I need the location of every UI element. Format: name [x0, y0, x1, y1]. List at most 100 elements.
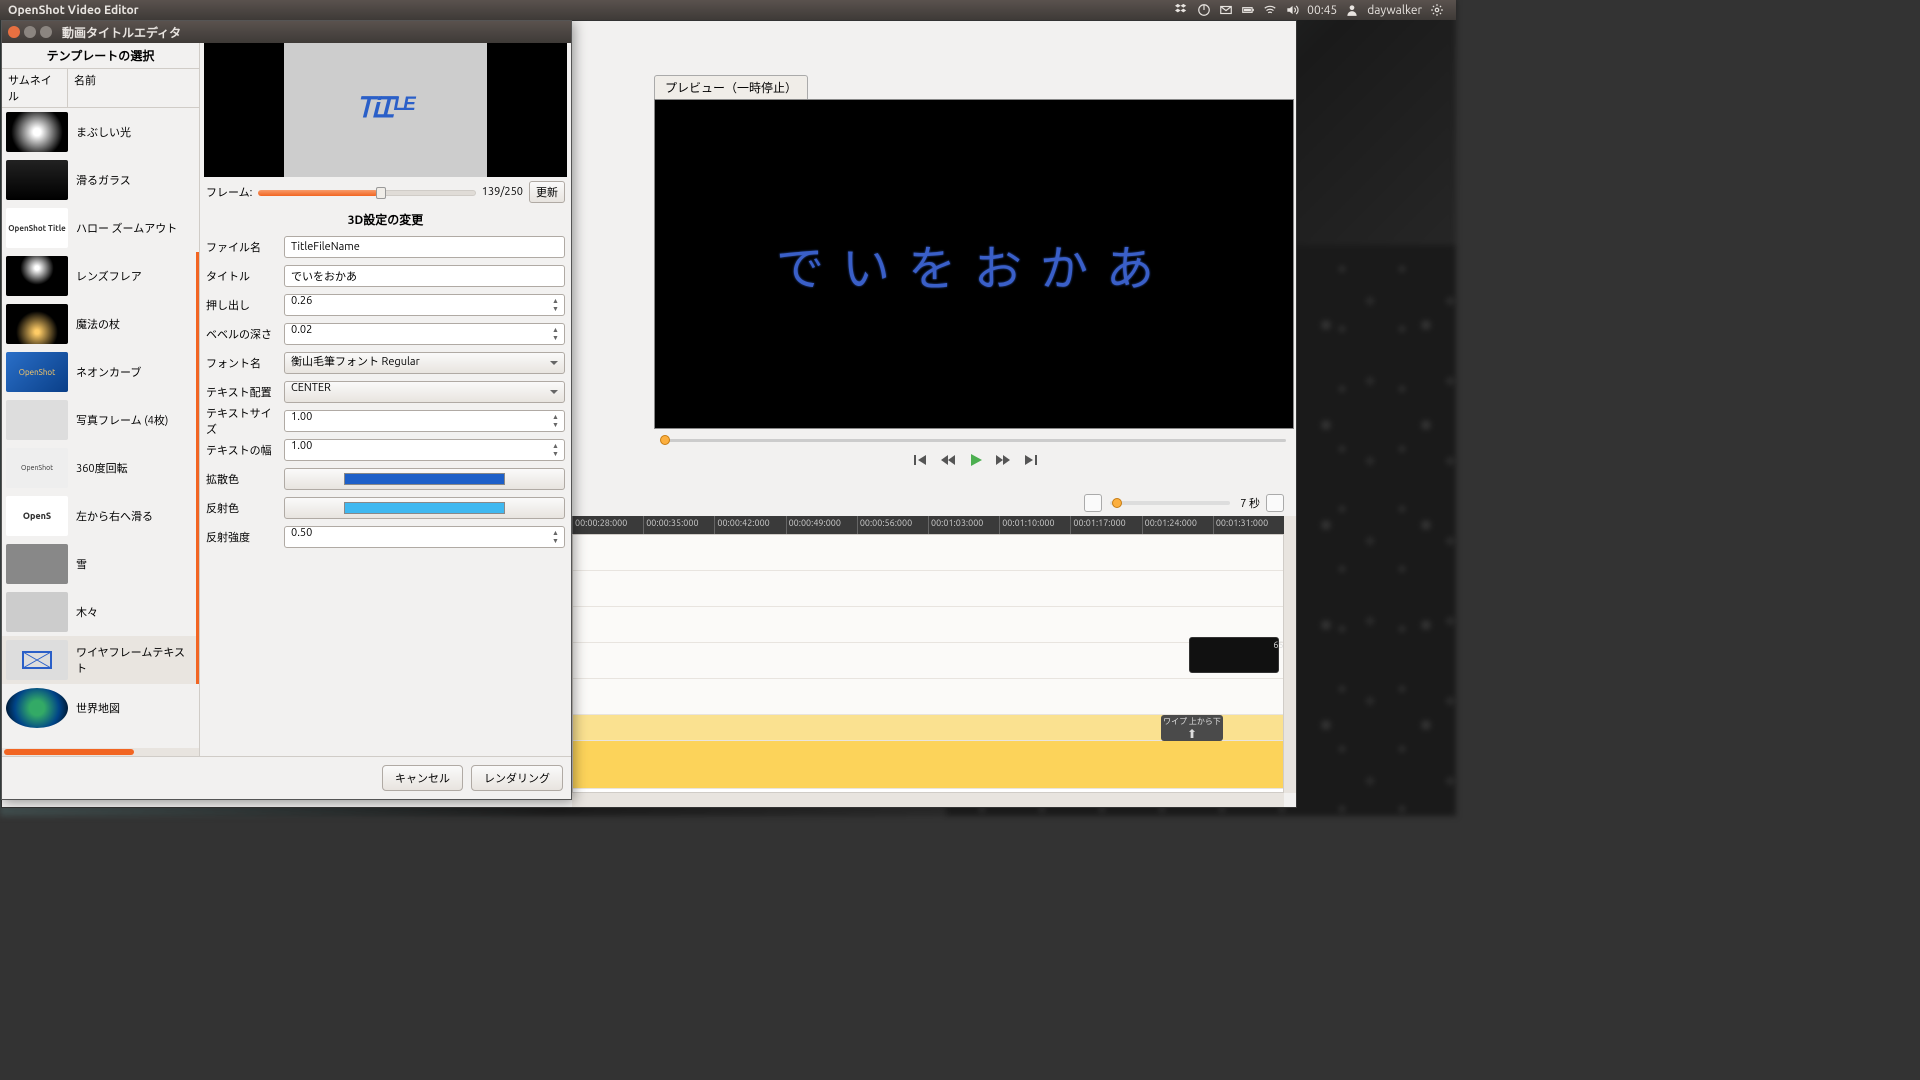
title-editor-dialog: 動画タイトルエディタ テンプレートの選択 サムネイル 名前 まぶしい光 滑るガラ… — [1, 20, 572, 800]
frame-slider[interactable] — [258, 187, 475, 197]
dialog-buttons: キャンセル レンダリング — [2, 756, 571, 799]
template-item[interactable]: 世界地図 — [2, 684, 199, 732]
system-top-panel: OpenShot Video Editor 00:45 daywalker — [0, 0, 1456, 20]
font-label: フォント名 — [206, 355, 284, 371]
wireframe-preview-text: ᎢᎥᏆᴸᴱ — [357, 92, 413, 125]
extrude-spinner[interactable]: 0.26▲▼ — [284, 294, 565, 316]
preview-controls — [654, 453, 1297, 471]
preview-video: でいをおかあ — [654, 99, 1294, 429]
timeline-ruler[interactable]: 00:00:28:000 00:00:35:000 00:00:42:000 0… — [572, 516, 1284, 534]
template-item[interactable]: まぶしい光 — [2, 108, 199, 156]
gear-icon[interactable] — [1430, 3, 1444, 17]
window-maximize-button[interactable] — [40, 26, 52, 38]
template-item[interactable]: OpenS左から右へ滑る — [2, 492, 199, 540]
ruler-tick: 00:01:24:000 — [1142, 516, 1213, 534]
ruler-tick: 00:00:49:000 — [786, 516, 857, 534]
align-label: テキスト配置 — [206, 384, 284, 400]
title-label: タイトル — [206, 268, 284, 284]
textsize-spinner[interactable]: 1.00▲▼ — [284, 410, 565, 432]
specint-spinner[interactable]: 0.50▲▼ — [284, 526, 565, 548]
frame-counter: 139/250 — [482, 186, 523, 198]
title-input[interactable] — [284, 265, 565, 287]
mail-icon[interactable] — [1219, 3, 1233, 17]
filename-input[interactable] — [284, 236, 565, 258]
settings-header: 3D設定の変更 — [200, 207, 571, 232]
play-button[interactable] — [967, 453, 985, 467]
template-item[interactable]: レンズフレア — [2, 252, 199, 300]
volume-icon[interactable] — [1285, 3, 1299, 17]
template-list[interactable]: まぶしい光 滑るガラス OpenShot Titleハロー ズームアウト レンズ… — [2, 108, 199, 748]
arrow-up-icon: ⬆ — [1187, 727, 1197, 741]
transition-label: ワイプ 上から下 — [1163, 716, 1221, 727]
specular-color-button[interactable] — [284, 497, 565, 519]
textsize-label: テキストサイズ — [206, 405, 284, 437]
dialog-titlebar[interactable]: 動画タイトルエディタ — [2, 21, 571, 43]
template-item[interactable]: OpenShot Titleハロー ズームアウト — [2, 204, 199, 252]
template-item[interactable]: 滑るガラス — [2, 156, 199, 204]
forward-button[interactable] — [994, 453, 1012, 467]
frame-label: フレーム: — [206, 184, 252, 200]
textwidth-spinner[interactable]: 1.00▲▼ — [284, 439, 565, 461]
video-clip[interactable]: 65411313 👁 🔊 — [1189, 637, 1279, 673]
column-thumbnail[interactable]: サムネイル — [2, 69, 68, 107]
settings-panel: ᎢᎥᏆᴸᴱ フレーム: 139/250 更新 3D設定の変更 ファイル名 タイト… — [200, 43, 571, 756]
skip-end-button[interactable] — [1022, 453, 1040, 467]
font-select[interactable]: 衡山毛筆フォント Regular — [284, 352, 565, 374]
clock[interactable]: 00:45 — [1307, 4, 1337, 17]
user-icon[interactable] — [1345, 3, 1359, 17]
ruler-tick: 00:01:03:000 — [928, 516, 999, 534]
ruler-tick: 00:01:10:000 — [999, 516, 1070, 534]
update-button[interactable]: 更新 — [529, 181, 565, 203]
marker-button[interactable] — [1084, 494, 1102, 512]
template-item[interactable]: 写真フレーム (4枚) — [2, 396, 199, 444]
diffuse-color-button[interactable] — [284, 468, 565, 490]
dialog-title: 動画タイトルエディタ — [62, 24, 181, 41]
rewind-button[interactable] — [939, 453, 957, 467]
specint-label: 反射強度 — [206, 529, 284, 545]
zoom-label: 7 秒 — [1240, 495, 1260, 511]
template-header: テンプレートの選択 — [2, 43, 199, 69]
template-panel: テンプレートの選択 サムネイル 名前 まぶしい光 滑るガラス OpenShot … — [2, 43, 200, 756]
skip-start-button[interactable] — [911, 453, 929, 467]
transition-clip[interactable]: ワイプ 上から下 ⬆ — [1161, 715, 1223, 741]
zoom-slider[interactable] — [1110, 501, 1230, 505]
template-item[interactable]: 木々 — [2, 588, 199, 636]
preview-title-text: でいをおかあ — [776, 229, 1172, 299]
preview-scrubber[interactable] — [654, 433, 1294, 447]
title-preview-3d: ᎢᎥᏆᴸᴱ — [204, 43, 567, 177]
specular-label: 反射色 — [206, 500, 284, 516]
timeline-options-button[interactable] — [1266, 494, 1284, 512]
bevel-spinner[interactable]: 0.02▲▼ — [284, 323, 565, 345]
window-minimize-button[interactable] — [24, 26, 36, 38]
render-button[interactable]: レンダリング — [471, 765, 563, 791]
align-select[interactable]: CENTER — [284, 381, 565, 403]
bevel-label: ベベルの深さ — [206, 326, 284, 342]
column-name[interactable]: 名前 — [68, 69, 102, 107]
template-item[interactable]: 雪 — [2, 540, 199, 588]
preview-tab-label: プレビュー（一時停止） — [654, 75, 808, 99]
cancel-button[interactable]: キャンセル — [382, 765, 463, 791]
template-scrollbar[interactable] — [2, 748, 199, 756]
wifi-icon[interactable] — [1263, 3, 1277, 17]
timeline[interactable]: 65411313 👁 🔊 ワイプ 上から下 ⬆ — [572, 534, 1284, 793]
timeline-scrollbar-vertical[interactable] — [1284, 516, 1296, 793]
timeline-toolbar: 7 秒 — [572, 491, 1296, 515]
filename-label: ファイル名 — [206, 239, 284, 255]
window-close-button[interactable] — [8, 26, 20, 38]
dropbox-icon[interactable] — [1175, 3, 1189, 17]
user-name[interactable]: daywalker — [1367, 4, 1422, 17]
ruler-tick: 00:00:35:000 — [643, 516, 714, 534]
ruler-tick: 00:01:31:000 — [1213, 516, 1284, 534]
ruler-tick: 00:00:56:000 — [857, 516, 928, 534]
extrude-label: 押し出し — [206, 297, 284, 313]
template-item[interactable]: OpenShotネオンカーブ — [2, 348, 199, 396]
battery-icon[interactable] — [1241, 3, 1255, 17]
template-item[interactable]: OpenShot360度回転 — [2, 444, 199, 492]
ruler-tick: 00:00:42:000 — [714, 516, 785, 534]
template-item-selected[interactable]: ワイヤフレームテキスト — [2, 636, 199, 684]
power-icon[interactable] — [1197, 3, 1211, 17]
app-name: OpenShot Video Editor — [8, 4, 139, 17]
timeline-scrollbar-horizontal[interactable] — [572, 793, 1284, 807]
ruler-tick: 00:01:17:000 — [1070, 516, 1141, 534]
template-item[interactable]: 魔法の杖 — [2, 300, 199, 348]
